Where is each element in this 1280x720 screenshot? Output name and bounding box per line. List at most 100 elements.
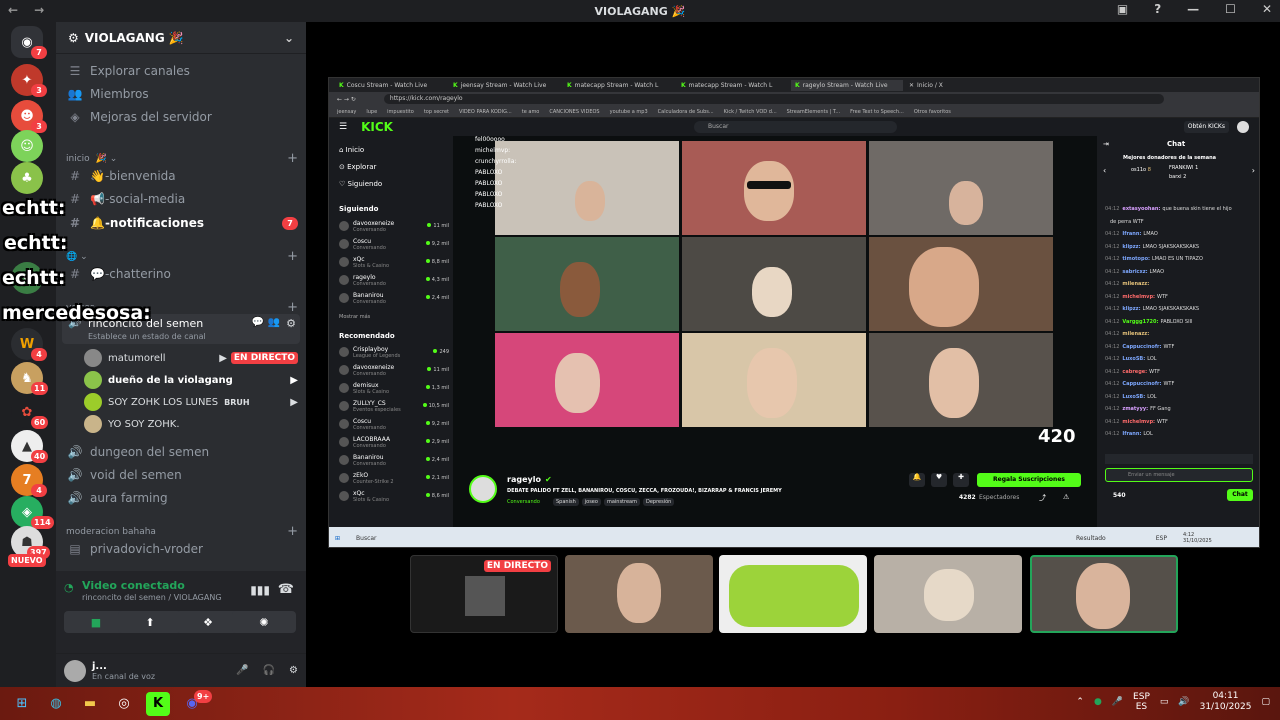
reload-icon[interactable]: ← → ↻ <box>337 96 356 103</box>
browser-tab[interactable]: Kmatecapp Stream - Watch L <box>563 80 675 91</box>
kick-channel-item[interactable]: xQc Slots & Casino 8,8 mil <box>339 254 449 270</box>
browser-tab-active[interactable]: Krageylo Stream - Watch Live <box>791 79 903 91</box>
microphone-icon[interactable]: 🎤 <box>236 665 248 676</box>
bookmark[interactable]: te amo <box>522 109 540 115</box>
server-icon-10[interactable]: 74 <box>11 464 47 497</box>
server-icon-2[interactable]: ☻ 3 <box>11 100 47 133</box>
browser-tab[interactable]: K Coscu Stream - Watch Live <box>335 80 447 91</box>
stream-tag[interactable]: mainstream <box>603 498 640 506</box>
screenshare-button[interactable]: ⬆ <box>118 611 182 633</box>
get-kicks-button[interactable]: Obtén KICKs <box>1183 121 1229 133</box>
server-icon-9[interactable]: ▲ 40 <box>11 430 49 463</box>
start-icon[interactable]: ⊞ <box>10 692 34 716</box>
voice-channel[interactable]: 🔊 aura farming <box>66 487 298 509</box>
forward-icon[interactable]: → <box>34 3 44 17</box>
add-channel-icon[interactable]: + <box>287 151 298 166</box>
bookmark[interactable]: jeensay <box>337 109 356 115</box>
kick-channel-item[interactable]: ZULLYY_CS Eventos especiales 10,5 mil <box>339 398 449 414</box>
server-icon-7[interactable]: ♞ 11 <box>11 362 49 395</box>
chat-input[interactable]: Enviar un mensaje <box>1105 468 1253 482</box>
kick-channel-item[interactable]: Bananirou Conversando 2,4 mil <box>339 290 449 306</box>
menu-icon[interactable]: ☰ <box>339 122 347 132</box>
participant-tile[interactable] <box>719 555 867 633</box>
bookmark[interactable]: CANCIONES VIDEOS <box>549 109 599 115</box>
close-icon[interactable]: ✕ <box>1262 2 1272 16</box>
windows-icon[interactable]: ⊞ <box>335 535 340 542</box>
chat-icon[interactable]: 💬 <box>252 317 264 328</box>
server-icon-8[interactable]: ✿ 60 <box>11 396 49 429</box>
clock[interactable]: 04:11 31/10/2025 <box>1200 691 1252 713</box>
category-moderacion[interactable]: moderacion bahaha + <box>66 524 298 539</box>
settings-icon[interactable]: ⚙ <box>289 665 298 676</box>
kick-channel-item[interactable]: davooxeneize Conversando 11 mil <box>339 218 449 234</box>
channel-notificaciones[interactable]: # 🔔 -notificaciones 7 <box>66 212 298 234</box>
voice-user[interactable]: dueño de la violagang ▶ <box>84 369 298 391</box>
edge-icon[interactable]: ◍ <box>44 692 68 716</box>
bookmark[interactable]: Calculadora de Subs... <box>658 109 714 115</box>
participant-tile[interactable] <box>565 555 713 633</box>
folder-icon[interactable]: ▬ <box>78 692 102 716</box>
inbox-icon[interactable]: ▣ <box>1117 2 1128 16</box>
bookmark[interactable]: VIDEO PARA KODIG... <box>459 109 512 115</box>
browser-tab[interactable]: Kmatecapp Stream - Watch L <box>677 80 789 91</box>
maximize-icon[interactable]: ☐ <box>1225 2 1236 16</box>
channel-privadovich[interactable]: ▤ privadovich-vroder <box>66 538 298 560</box>
bookmark[interactable]: Otros favoritos <box>914 109 951 115</box>
voice-channel[interactable]: 🔊 dungeon del semen <box>66 441 298 463</box>
server-header[interactable]: ⚙ VIOLAGANG 🎉 ⌄ <box>56 22 306 54</box>
notification-icon[interactable]: ▢ <box>1261 697 1270 707</box>
kick-channel-item[interactable]: rageylo Conversando 4,3 mil <box>339 272 449 288</box>
back-icon[interactable]: ← <box>8 3 18 17</box>
kick-channel-item[interactable]: Crisplayboy League of Legends 249 <box>339 344 449 360</box>
avatar[interactable] <box>1237 121 1249 133</box>
stream-tag[interactable]: joseo <box>581 498 601 506</box>
microphone-icon[interactable]: 🎤 <box>1112 697 1123 707</box>
sidebar-item-explore[interactable]: ☰ Explorar canales <box>66 60 298 82</box>
activities-button[interactable]: ❖ <box>176 611 240 633</box>
heart-icon[interactable]: ♥ <box>931 473 947 487</box>
share-icon[interactable]: ⤴ <box>1039 493 1046 503</box>
minimize-icon[interactable]: — <box>1187 2 1199 16</box>
bookmark[interactable]: youtube a mp3 <box>610 109 648 115</box>
chevron-right-icon[interactable]: › <box>1252 166 1255 175</box>
avatar[interactable] <box>64 659 86 682</box>
headphones-icon[interactable]: 🎧 <box>263 665 275 676</box>
kick-channel-item[interactable]: demisux Slots & Casino 1,3 mil <box>339 380 449 396</box>
kick-channel-item[interactable]: Bananirou Conversando 2,4 mil <box>339 452 449 468</box>
channel-bienvenida[interactable]: # 👋 -bienvenida <box>66 165 298 187</box>
bookmark[interactable]: Free Text to Speech... <box>850 109 904 115</box>
kick-channel-item[interactable]: Coscu Conversando 9,2 mil <box>339 236 449 252</box>
browser-tab[interactable]: ✕ Inicio / X <box>905 80 1017 91</box>
participant-tile[interactable]: EN DIRECTO <box>410 555 558 633</box>
gear-icon[interactable]: ⚙ <box>286 317 296 330</box>
kick-channel-item[interactable]: LACOBRAAA Conversando 2,9 mil <box>339 434 449 450</box>
stream-video[interactable]: fel00oooo michelmvp: crunchyrrolla: PABLOXO… <box>455 136 1095 463</box>
kick-channel-item[interactable]: xQc Slots & Casino 8,6 mil <box>339 488 449 504</box>
server-icon-4[interactable]: ♣ <box>11 162 43 194</box>
voice-user[interactable]: SOY ZOHK LOS LUNES BRUH ▶ <box>84 391 298 413</box>
category-globe[interactable]: 🌐 ⌄ + <box>66 249 298 264</box>
kick-channel-item[interactable]: Coscu Conversando 9,2 mil <box>339 416 449 432</box>
bookmark[interactable]: impuestito <box>387 109 414 115</box>
kick-nav-explore[interactable]: ⊙ Explorar <box>339 163 376 171</box>
voice-user[interactable]: matumorell ▶ EN DIRECTO <box>84 347 298 369</box>
browser-tab[interactable]: Kjeensay Stream - Watch Live <box>449 80 561 91</box>
kick-app-icon[interactable]: K <box>146 691 170 716</box>
channel-chatterino[interactable]: # 💬 -chatterino <box>66 263 298 285</box>
voice-user[interactable]: YO SOY ZOHK. <box>84 413 298 435</box>
category-inicio[interactable]: inicio 🎉 ⌄ + <box>66 151 298 166</box>
kick-nav-following[interactable]: ♡ Siguiendo <box>339 180 382 188</box>
bookmark[interactable]: Kick / Twitch VOD d... <box>724 109 777 115</box>
shared-screen-browser[interactable]: K Coscu Stream - Watch Live Kjeensay Stre… <box>328 77 1260 548</box>
gift-subs-button[interactable]: Regala Suscripciones <box>977 473 1081 487</box>
participant-tile-speaking[interactable] <box>1030 555 1178 633</box>
volume-icon[interactable]: 🔊 <box>1178 697 1189 707</box>
server-icon-6[interactable]: W4 <box>11 328 47 361</box>
stream-tag[interactable]: Depresión <box>642 498 675 506</box>
discord-home-icon[interactable]: ◉ 7 <box>11 26 47 59</box>
kick-channel-item[interactable]: zEkO Counter-Strike 2 2,1 mil <box>339 470 449 486</box>
avatar[interactable] <box>469 475 497 503</box>
bookmark[interactable]: StreamElements | T... <box>787 109 841 115</box>
chevron-up-icon[interactable]: ⌃ <box>1076 697 1084 707</box>
gift-icon[interactable]: ✚ <box>953 473 969 487</box>
